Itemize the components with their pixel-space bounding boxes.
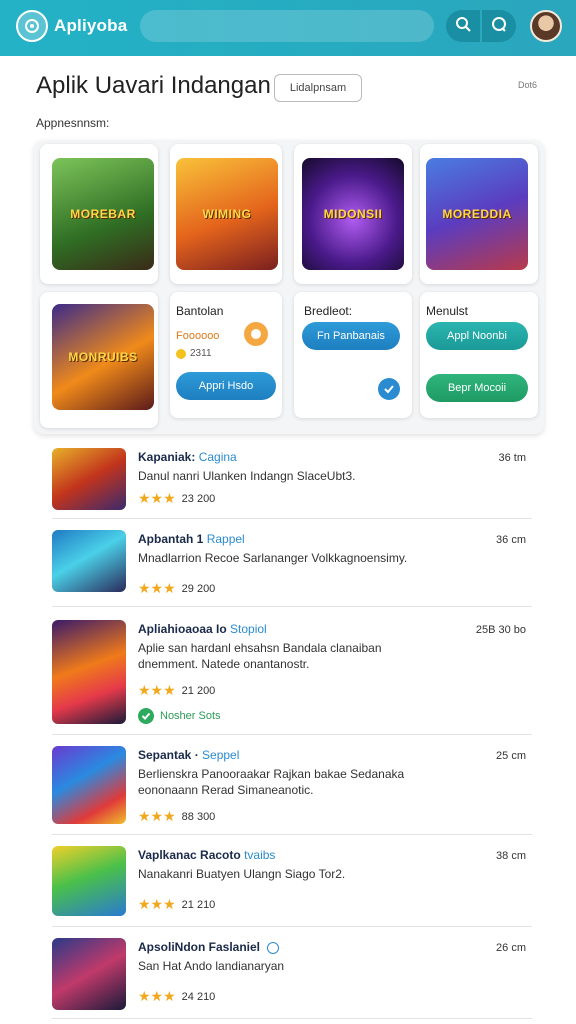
rating: ★★★ 21 200 xyxy=(138,682,216,698)
search-icon xyxy=(455,16,471,37)
list-item[interactable]: Apbantah 1 Rappel Mnadlarrion Recoe Sarl… xyxy=(52,530,532,607)
stars-icon: ★★★ xyxy=(138,988,176,1004)
list-item-time: 36 tm xyxy=(498,452,526,464)
game-art-title: MONRUIBS xyxy=(68,350,138,364)
list-item[interactable]: Vaplkanac Racoto tvaibs Nanakanri Buatye… xyxy=(52,846,532,927)
list-item-desc: Nanakanri Buatyen Ulangn Siago Tor2. xyxy=(138,867,346,881)
game-art-title: MOREBAR xyxy=(70,207,136,221)
game-thumbnail xyxy=(52,746,126,824)
stars-icon: ★★★ xyxy=(138,682,176,698)
featured-card-menu[interactable]: Menulst Appl Noonbi Bepr Mocoii xyxy=(420,292,538,418)
list-item-tag: Seppel xyxy=(202,748,240,762)
list-item-time: 36 cm xyxy=(496,534,526,546)
chat-button[interactable] xyxy=(482,10,516,42)
game-art-1: MOREBAR xyxy=(52,158,154,270)
stars-icon: ★★★ xyxy=(138,808,176,824)
stars-icon: ★★★ xyxy=(138,490,176,506)
featured-card-4[interactable]: MOREDDIA xyxy=(420,144,538,284)
list-item[interactable]: Apliahioaoaa Io Stopiol Aplie san hardan… xyxy=(52,620,532,735)
featured-card-5[interactable]: MONRUIBS xyxy=(40,292,158,428)
list-item[interactable]: Sepantak · Seppel Berlienskra Panooraaka… xyxy=(52,746,532,835)
verified-badge: Nosher Sots xyxy=(138,708,221,724)
search-button[interactable] xyxy=(446,10,480,42)
game-art-4: MOREDDIA xyxy=(426,158,528,270)
list-item-tag: Cagina xyxy=(198,450,237,464)
list-item-desc: Mnadlarrion Recoe Sarlananger Volkkagnoe… xyxy=(138,551,408,565)
list-item-tag: Rappel xyxy=(206,532,245,546)
coin-count: 2311 xyxy=(176,348,212,359)
game-thumbnail xyxy=(52,938,126,1010)
list-item-time: 26 cm xyxy=(496,942,526,954)
list-item-desc: Danul nanri Ulanken Indangn SlaceUbt3. xyxy=(138,469,356,483)
coin-icon xyxy=(176,348,186,359)
game-art-3: MIDONSII xyxy=(302,158,404,270)
rating: ★★★ 29 200 xyxy=(138,580,216,596)
top-right-label: Dot6 xyxy=(518,80,538,90)
app-name[interactable]: Apliyoba xyxy=(54,16,127,36)
list-item-title: Apbantah 1 Rappel xyxy=(138,532,245,546)
coin-value: 2311 xyxy=(190,348,212,359)
filter-chip[interactable]: Lidalpnsam xyxy=(274,74,362,102)
section-label: Appnesnnsm: xyxy=(36,116,110,130)
card-c-button-bottom[interactable]: Bepr Mocoii xyxy=(426,374,528,402)
game-art-5: MONRUIBS xyxy=(52,304,154,410)
rating: ★★★ 88 300 xyxy=(138,808,216,824)
game-thumbnail xyxy=(52,620,126,724)
card-a-button[interactable]: Appri Hsdo xyxy=(176,372,276,400)
featured-card-price[interactable]: Bantolan Foooooo 2311 Appri Hsdo xyxy=(170,292,282,418)
list-item-time: 38 cm xyxy=(496,850,526,862)
featured-panel: MOREBAR WIMING MIDONSII MOREDDIA MONRUIB… xyxy=(34,140,544,434)
rating: ★★★ 21 210 xyxy=(138,896,216,912)
price-text: Foooooo xyxy=(176,330,220,342)
list-item-title: ApsoliNdon Faslaniel xyxy=(138,940,280,954)
list-item-tag: tvaibs xyxy=(244,848,276,862)
list-item-desc: San Hat Ando landianaryan xyxy=(138,959,285,973)
chat-icon xyxy=(491,16,507,37)
card-c-button-top[interactable]: Appl Noonbi xyxy=(426,322,528,350)
check-icon xyxy=(138,708,154,724)
page-title: Aplik Uavari Indangan xyxy=(36,72,271,99)
card-label: Bredleot: xyxy=(304,304,353,318)
shield-icon xyxy=(378,378,400,400)
game-thumbnail xyxy=(52,530,126,592)
list-item[interactable]: Kapaniak: Cagina Danul nanri Ulanken Ind… xyxy=(52,448,532,519)
featured-card-3[interactable]: MIDONSII xyxy=(294,144,412,284)
list-item-time: 25 cm xyxy=(496,750,526,762)
list-item-time: 25B 30 bo xyxy=(475,624,526,636)
stars-icon: ★★★ xyxy=(138,580,176,596)
verified-icon xyxy=(267,941,280,954)
avatar[interactable] xyxy=(530,10,562,42)
list-item-title: Sepantak · Seppel xyxy=(138,748,240,762)
list-item-title: Apliahioaoaa Io Stopiol xyxy=(138,622,267,636)
list-item-desc: Berlienskra Panooraakar Rajkan bakae Sed… xyxy=(138,767,405,797)
game-art-title: MOREDDIA xyxy=(442,207,512,221)
game-art-title: WIMING xyxy=(202,207,252,221)
list-item-desc: Aplie san hardanl ehsahsn Bandala clanai… xyxy=(138,641,382,671)
featured-card-1[interactable]: MOREBAR xyxy=(40,144,158,284)
featured-card-info[interactable]: Bredleot: Fn Panbanais xyxy=(294,292,412,418)
search-input[interactable] xyxy=(140,10,434,42)
list-item-tag: Stopiol xyxy=(230,622,267,636)
rating: ★★★ 23 200 xyxy=(138,490,216,506)
card-b-button[interactable]: Fn Panbanais xyxy=(302,322,400,350)
game-thumbnail xyxy=(52,846,126,916)
list-item-title: Vaplkanac Racoto tvaibs xyxy=(138,848,276,862)
game-thumbnail xyxy=(52,448,126,510)
list-item[interactable]: ApsoliNdon Faslaniel San Hat Ando landia… xyxy=(52,938,532,1019)
logo-icon[interactable] xyxy=(16,10,48,42)
game-art-2: WIMING xyxy=(176,158,278,270)
stars-icon: ★★★ xyxy=(138,896,176,912)
app-header: Apliyoba xyxy=(0,0,576,56)
badge-icon xyxy=(244,322,268,346)
card-label: Menulst xyxy=(426,304,469,318)
game-art-title: MIDONSII xyxy=(323,207,383,221)
list-item-title: Kapaniak: Cagina xyxy=(138,450,237,464)
featured-card-2[interactable]: WIMING xyxy=(170,144,282,284)
card-label: Bantolan xyxy=(176,304,224,318)
rating: ★★★ 24 210 xyxy=(138,988,216,1004)
